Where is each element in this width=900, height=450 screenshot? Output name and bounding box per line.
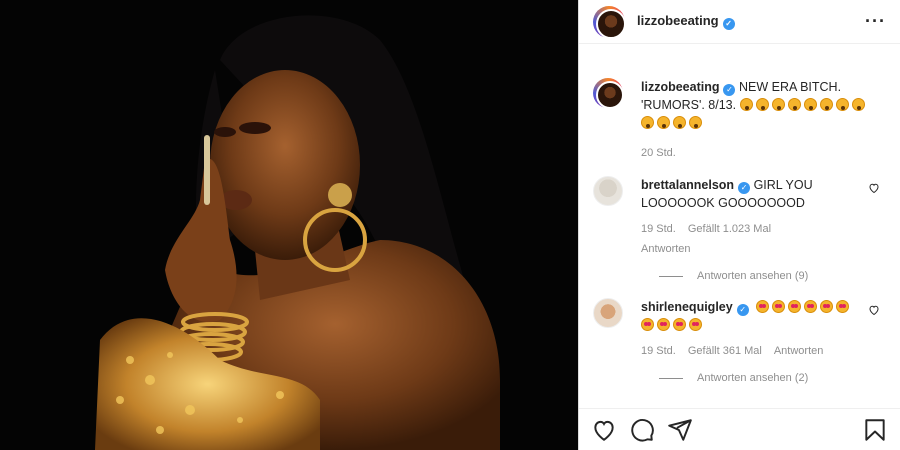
heart-eyes-icon	[804, 300, 818, 313]
comment-icon[interactable]	[629, 417, 655, 443]
comment-likes[interactable]: Gefällt 1.023 Mal	[688, 220, 771, 238]
author-username[interactable]: lizzobeeating ✓	[637, 13, 735, 30]
astonished-face-icon	[771, 98, 785, 111]
heart-eyes-icon	[788, 300, 802, 313]
comment-username[interactable]: brettalannelson	[641, 178, 734, 192]
heart-eyes-icon	[772, 300, 786, 313]
commenter-avatar[interactable]	[593, 176, 623, 206]
verified-badge-icon: ✓	[722, 18, 735, 30]
view-replies-button[interactable]: Antworten ansehen (9)	[659, 270, 886, 282]
heart-eyes-icon	[657, 318, 670, 331]
caption-body: lizzobeeating ✓ NEW ERA BITCH. 'RUMORS'. …	[641, 78, 886, 162]
author-avatar[interactable]	[593, 5, 626, 39]
astonished-face-icon	[835, 98, 849, 111]
astonished-face-icon	[739, 98, 753, 111]
caption-age: 20 Std.	[641, 147, 676, 159]
heart-eyes-icon	[836, 300, 850, 313]
heart-eyes-icon	[641, 318, 654, 331]
post-detail-panel: lizzobeeating ✓ ··· lizzobeeating ✓ NEW ER…	[578, 0, 900, 450]
heart-eyes-icon	[689, 318, 702, 331]
caption-row: lizzobeeating ✓ NEW ERA BITCH. 'RUMORS'. …	[593, 78, 886, 162]
comment-row: brettalannelson ✓ GIRL YOU LOOOOOOK GOOOO…	[593, 176, 886, 258]
verified-badge-icon: ✓	[738, 182, 751, 194]
comment-meta: 19 Std. Gefällt 361 Mal Antworten	[641, 342, 868, 360]
commenter-avatar[interactable]	[593, 298, 623, 328]
astonished-face-icon	[673, 116, 686, 129]
caption-meta: 20 Std.	[641, 144, 868, 162]
heart-eyes-icon	[673, 318, 686, 331]
more-options-icon[interactable]: ···	[865, 11, 886, 32]
astonished-face-icon	[851, 98, 865, 111]
comment-reply-row: Antworten	[641, 240, 868, 258]
comment-likes[interactable]: Gefällt 361 Mal	[688, 342, 762, 360]
comment-heart-icon[interactable]	[868, 182, 880, 194]
astonished-face-icon	[803, 98, 817, 111]
post-image[interactable]	[0, 0, 578, 450]
comment-age: 19 Std.	[641, 345, 676, 357]
verified-badge-icon: ✓	[723, 84, 736, 96]
astonished-face-icon	[641, 116, 654, 129]
share-icon[interactable]	[667, 417, 693, 443]
comment-username[interactable]: shirlenequigley	[641, 300, 733, 314]
verified-badge-icon: ✓	[736, 304, 749, 316]
comment-meta: 19 Std. Gefällt 1.023 Mal	[641, 220, 868, 238]
comment-row: shirlenequigley ✓ 19 Std. Gefällt 361 Mal…	[593, 298, 886, 360]
astonished-face-icon	[787, 98, 801, 111]
view-replies-button[interactable]: Antworten ansehen (2)	[659, 372, 886, 384]
astonished-face-icon	[689, 116, 702, 129]
post-actions-bar	[579, 408, 900, 450]
astonished-face-icon	[755, 98, 769, 111]
comments-list[interactable]: lizzobeeating ✓ NEW ERA BITCH. 'RUMORS'. …	[579, 64, 900, 404]
heart-eyes-icon	[820, 300, 834, 313]
reply-button[interactable]: Antworten	[774, 342, 824, 360]
heart-icon[interactable]	[591, 417, 617, 443]
reply-button[interactable]: Antworten	[641, 240, 691, 258]
caption-avatar[interactable]	[593, 78, 624, 109]
comment-body: shirlenequigley ✓ 19 Std. Gefällt 361 Mal…	[641, 298, 886, 360]
post-photo-illustration	[0, 0, 578, 450]
comment-age: 19 Std.	[641, 223, 676, 235]
heart-eyes-icon	[756, 300, 770, 313]
astonished-face-icon	[657, 116, 670, 129]
astonished-face-icon	[819, 98, 833, 111]
post-header: lizzobeeating ✓ ···	[579, 0, 900, 44]
comment-heart-icon[interactable]	[868, 304, 880, 316]
comment-body: brettalannelson ✓ GIRL YOU LOOOOOOK GOOOO…	[641, 176, 886, 258]
bookmark-icon[interactable]	[862, 417, 888, 443]
caption-username[interactable]: lizzobeeating	[641, 80, 719, 94]
